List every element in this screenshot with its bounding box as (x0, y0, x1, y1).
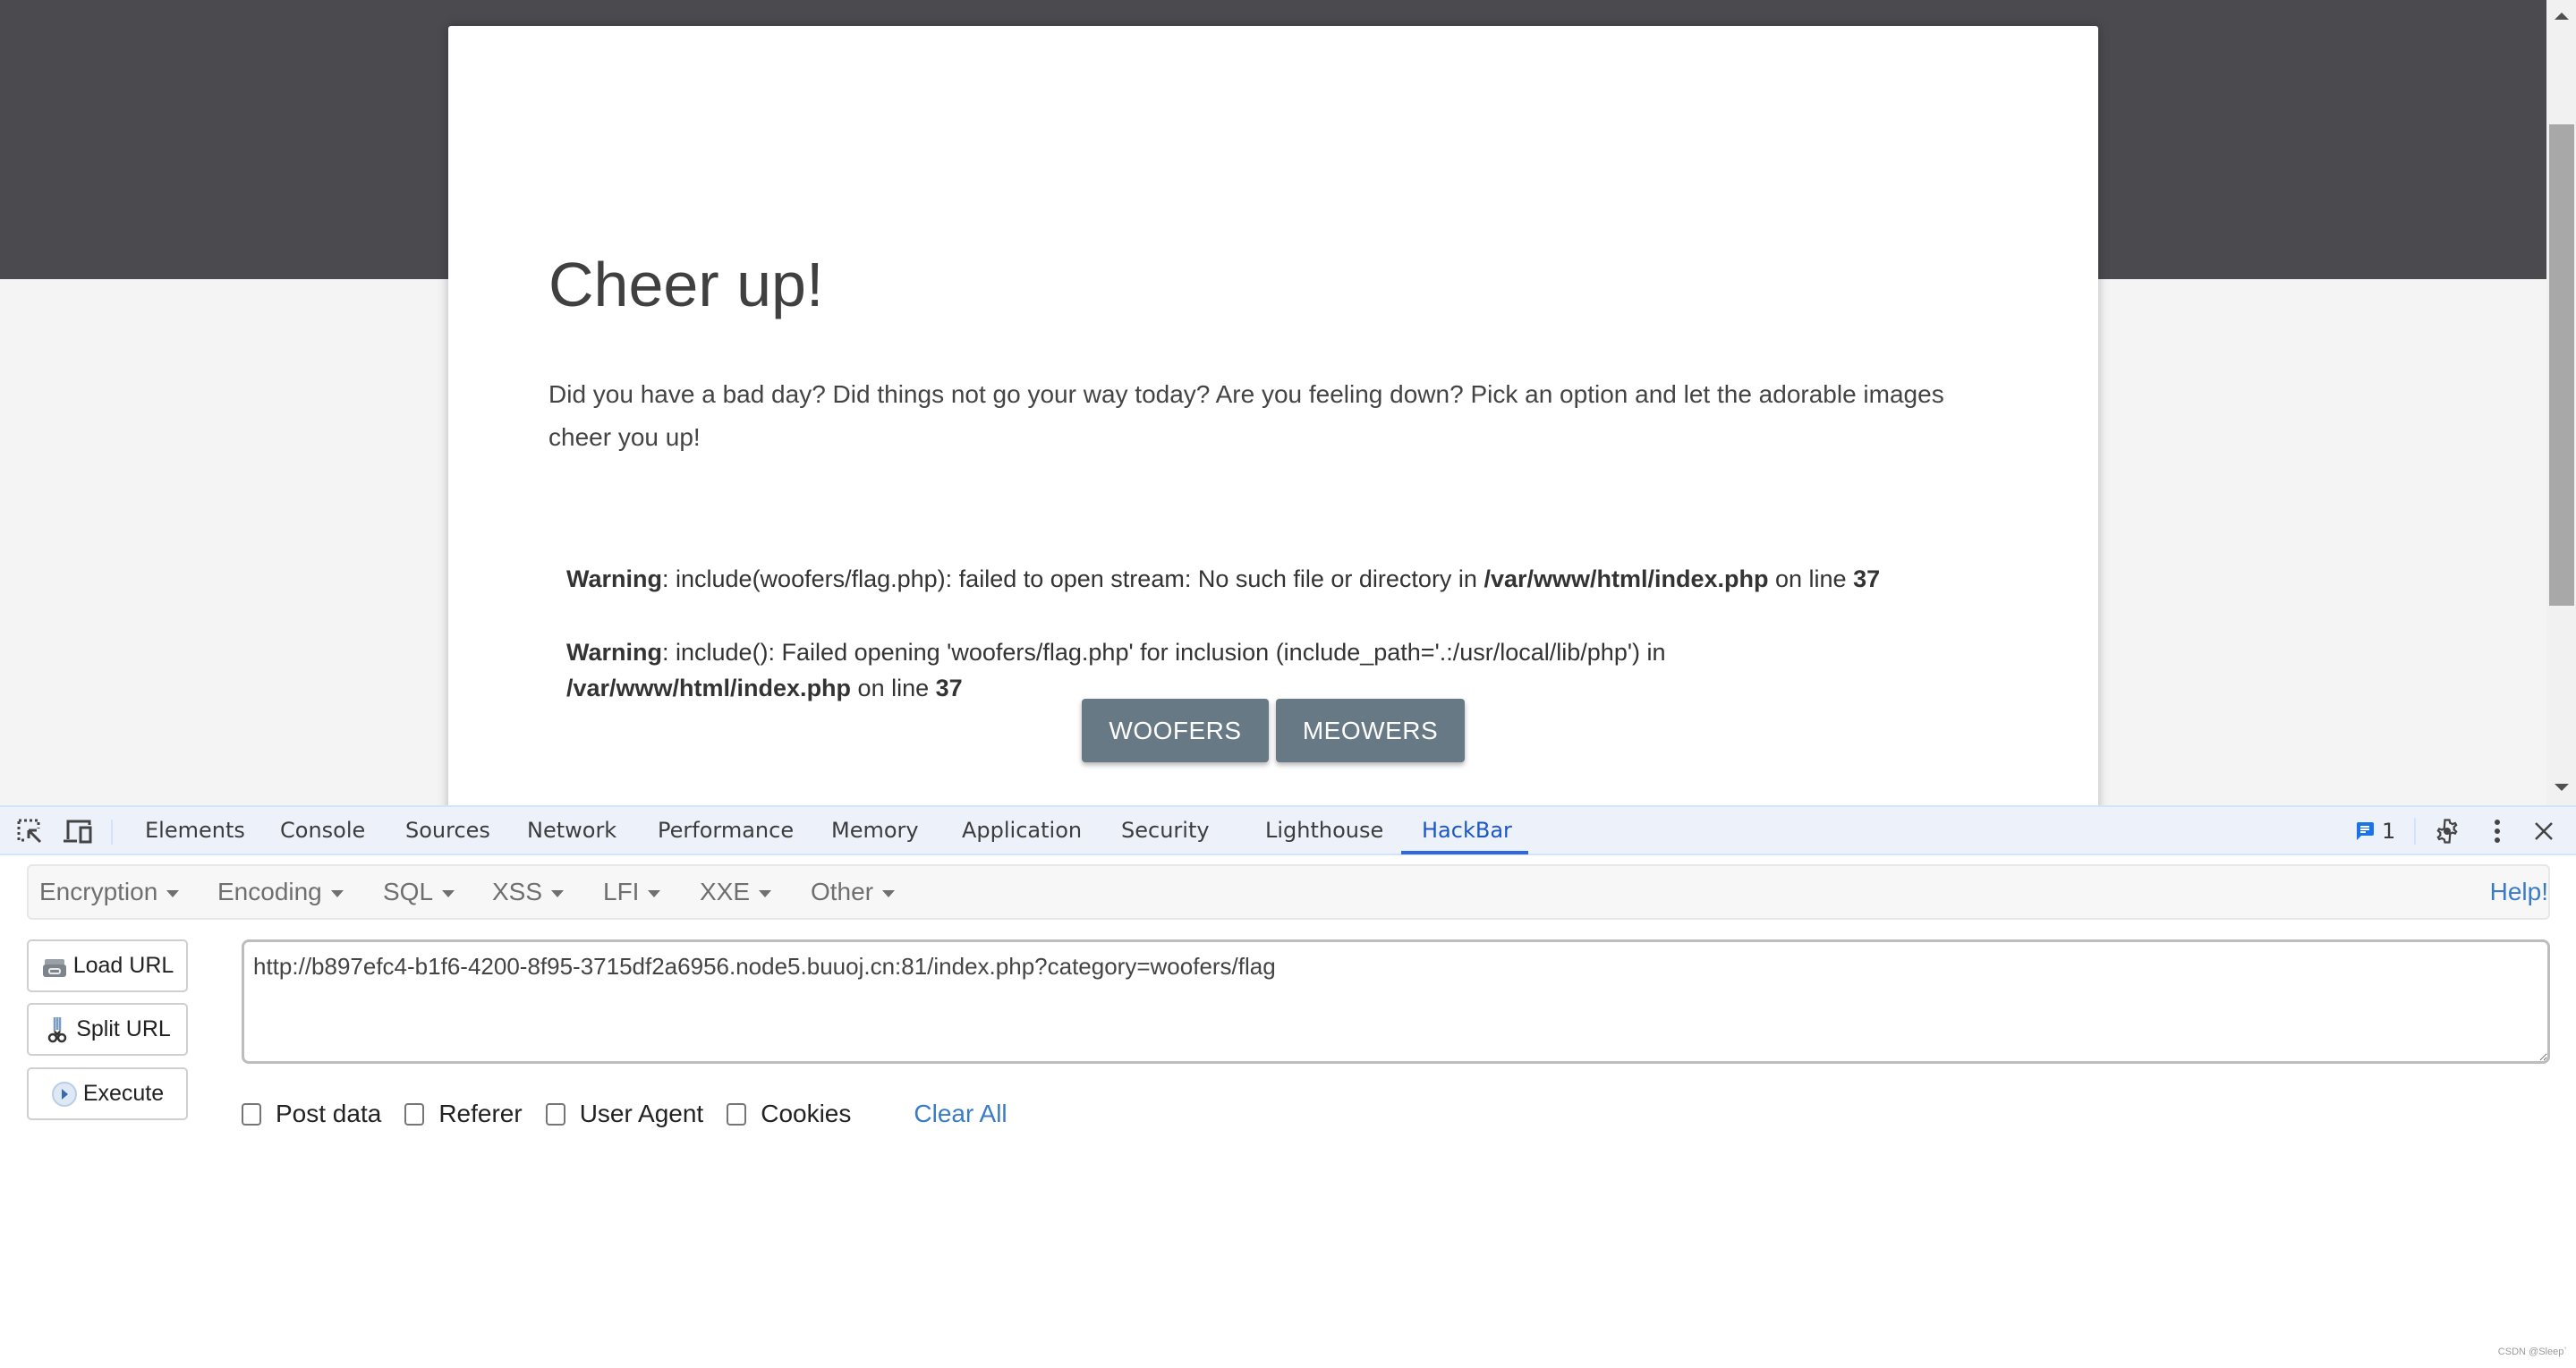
url-input[interactable]: http://b897efc4-b1f6-4200-8f95-3715df2a6… (242, 939, 2550, 1064)
split-url-label: Split URL (76, 1016, 171, 1041)
php-warning: Warning: include(woofers/flag.php): fail… (566, 561, 1998, 597)
issues-message-icon (2356, 822, 2374, 840)
warning-message: : include(woofers/flag.php): failed to o… (662, 565, 1484, 592)
scroll-up-arrow-icon[interactable] (2555, 13, 2569, 20)
chevron-down-icon (442, 889, 455, 897)
checkbox-label: User Agent (579, 1100, 704, 1127)
tab-sources[interactable]: Sources (405, 807, 490, 854)
warning-line-number: 37 (1853, 565, 1881, 592)
warning-line-number: 37 (935, 675, 963, 701)
clear-all-link[interactable]: Clear All (914, 1100, 1007, 1128)
tab-hackbar[interactable]: HackBar (1422, 807, 1512, 854)
toolbar-divider (111, 820, 113, 845)
load-url-button[interactable]: Load URL (27, 939, 188, 992)
gear-icon[interactable] (2432, 816, 2462, 846)
tab-security[interactable]: Security (1121, 807, 1210, 854)
checkbox[interactable] (727, 1102, 747, 1126)
play-icon (51, 1081, 78, 1108)
menu-label: LFI (603, 878, 640, 905)
warning-on-line: on line (1768, 565, 1854, 592)
menu-other[interactable]: Other (811, 866, 896, 918)
tab-network[interactable]: Network (527, 807, 616, 854)
split-url-button[interactable]: Split URL (27, 1003, 188, 1056)
meowers-button[interactable]: MEOWERS (1276, 699, 1465, 762)
referer-checkbox[interactable]: Referer (404, 1100, 523, 1128)
watermark: CSDN @Sleep` (2497, 1347, 2567, 1357)
warning-file: /var/www/html/index.php (566, 675, 852, 701)
page-title: Cheer up! (548, 250, 824, 319)
cookies-checkbox[interactable]: Cookies (727, 1100, 851, 1128)
chevron-down-icon (648, 889, 661, 897)
close-icon[interactable] (2529, 816, 2559, 846)
tab-performance[interactable]: Performance (658, 807, 794, 854)
menu-label: XSS (492, 878, 543, 905)
toolbar-divider (2414, 818, 2416, 845)
menu-xss[interactable]: XSS (492, 866, 565, 918)
execute-button[interactable]: Execute (27, 1067, 188, 1120)
page-scrollbar[interactable] (2546, 0, 2576, 805)
menu-encryption[interactable]: Encryption (39, 866, 180, 918)
checkbox-label: Cookies (761, 1100, 852, 1127)
hackbar-menubar: Encryption Encoding SQL XSS LFI XXE Othe… (27, 864, 2550, 920)
woofers-button[interactable]: WOOFERS (1082, 699, 1269, 762)
tab-application[interactable]: Application (962, 807, 1082, 854)
devtools-toolbar: Elements Console Sources Network Perform… (0, 805, 2576, 855)
tab-lighthouse[interactable]: Lighthouse (1265, 807, 1383, 854)
warning-label: Warning (566, 565, 662, 592)
menu-label: Encryption (39, 878, 158, 905)
chevron-down-icon (330, 889, 344, 897)
active-tab-indicator (1401, 851, 1528, 854)
tab-memory[interactable]: Memory (831, 807, 919, 854)
issues-button[interactable]: 1 (2355, 816, 2395, 846)
inspect-element-icon[interactable] (14, 816, 45, 846)
warning-message: : include(): Failed opening 'woofers/fla… (662, 639, 1666, 666)
checkbox[interactable] (404, 1102, 425, 1126)
menu-xxe[interactable]: XXE (700, 866, 772, 918)
warning-label: Warning (566, 639, 662, 666)
page-viewport: Cheer up! Did you have a bad day? Did th… (0, 0, 2546, 805)
chevron-down-icon (759, 889, 772, 897)
checkbox[interactable] (242, 1102, 261, 1126)
load-url-icon (41, 953, 68, 980)
tab-elements[interactable]: Elements (145, 807, 245, 854)
devtools-panel: Elements Console Sources Network Perform… (0, 805, 2576, 1368)
menu-encoding[interactable]: Encoding (217, 866, 344, 918)
menu-label: Encoding (217, 878, 322, 905)
warning-file: /var/www/html/index.php (1484, 565, 1769, 592)
intro-text: Did you have a bad day? Did things not g… (548, 380, 1944, 451)
request-options: Post data Referer User Agent Cookies Cle… (242, 1096, 1007, 1132)
menu-label: SQL (383, 878, 434, 905)
load-url-label: Load URL (72, 953, 174, 978)
post-data-checkbox[interactable]: Post data (242, 1100, 381, 1128)
chevron-down-icon (166, 889, 180, 897)
execute-label: Execute (82, 1081, 165, 1106)
chevron-down-icon (551, 889, 565, 897)
checkbox-label: Post data (276, 1100, 382, 1127)
issues-count: 1 (2382, 819, 2396, 844)
menu-label: XXE (700, 878, 751, 905)
device-toolbar-icon[interactable] (63, 816, 93, 846)
tab-console[interactable]: Console (280, 807, 365, 854)
checkbox[interactable] (545, 1102, 565, 1126)
menu-lfi[interactable]: LFI (603, 866, 661, 918)
menu-sql[interactable]: SQL (383, 866, 455, 918)
php-warning: Warning: include(): Failed opening 'woof… (566, 634, 1998, 706)
checkbox-label: Referer (438, 1100, 523, 1127)
scissors-icon (44, 1016, 71, 1043)
scrollbar-thumb[interactable] (2549, 124, 2574, 606)
help-link[interactable]: Help! (2490, 866, 2548, 918)
user-agent-checkbox[interactable]: User Agent (545, 1100, 704, 1128)
menu-label: Other (811, 878, 874, 905)
content-card: Cheer up! Did you have a bad day? Did th… (448, 26, 2098, 805)
scroll-down-arrow-icon[interactable] (2555, 784, 2569, 791)
chevron-down-icon (882, 889, 896, 897)
more-vertical-icon[interactable] (2482, 816, 2512, 846)
warning-on-line: on line (851, 675, 936, 701)
